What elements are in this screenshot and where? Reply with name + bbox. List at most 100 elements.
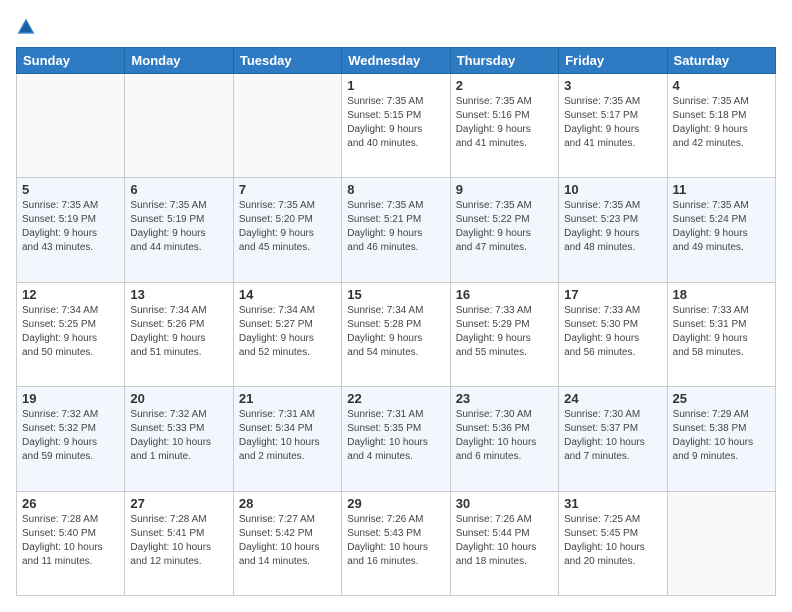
day-info: Sunrise: 7:25 AM Sunset: 5:45 PM Dayligh…	[564, 513, 661, 569]
week-row-1: 5Sunrise: 7:35 AM Sunset: 5:19 PM Daylig…	[17, 178, 776, 282]
day-number: 11	[673, 182, 770, 197]
day-number: 20	[130, 391, 227, 406]
day-number: 24	[564, 391, 661, 406]
day-info: Sunrise: 7:33 AM Sunset: 5:30 PM Dayligh…	[564, 304, 661, 360]
calendar-cell: 16 Sunrise: 7:33 AM Sunset: 5:29 PM Dayli…	[450, 282, 558, 386]
day-number: 30	[456, 496, 553, 511]
calendar-table: SundayMondayTuesdayWednesdayThursdayFrid…	[16, 47, 776, 596]
week-row-2: 12 Sunrise: 7:34 AM Sunset: 5:25 PM Dayli…	[17, 282, 776, 386]
calendar-cell: 13 Sunrise: 7:34 AM Sunset: 5:26 PM Dayli…	[125, 282, 233, 386]
calendar-cell: 12 Sunrise: 7:34 AM Sunset: 5:25 PM Dayli…	[17, 282, 125, 386]
day-number: 21	[239, 391, 336, 406]
day-info: Sunrise: 7:33 AM Sunset: 5:31 PM Dayligh…	[673, 304, 770, 360]
calendar-cell	[667, 491, 775, 595]
calendar-cell: 25 Sunrise: 7:29 AM Sunset: 5:38 PM Dayli…	[667, 387, 775, 491]
calendar-cell: 9Sunrise: 7:35 AM Sunset: 5:22 PM Daylig…	[450, 178, 558, 282]
weekday-header-wednesday: Wednesday	[342, 48, 450, 74]
day-info: Sunrise: 7:35 AM Sunset: 5:17 PM Dayligh…	[564, 95, 661, 151]
day-info: Sunrise: 7:35 AM Sunset: 5:20 PM Dayligh…	[239, 199, 336, 255]
calendar-cell: 4Sunrise: 7:35 AM Sunset: 5:18 PM Daylig…	[667, 74, 775, 178]
calendar-cell: 30 Sunrise: 7:26 AM Sunset: 5:44 PM Dayli…	[450, 491, 558, 595]
day-info: Sunrise: 7:32 AM Sunset: 5:33 PM Dayligh…	[130, 408, 227, 464]
calendar-cell: 5Sunrise: 7:35 AM Sunset: 5:19 PM Daylig…	[17, 178, 125, 282]
weekday-header-monday: Monday	[125, 48, 233, 74]
calendar-cell: 23 Sunrise: 7:30 AM Sunset: 5:36 PM Dayli…	[450, 387, 558, 491]
day-number: 14	[239, 287, 336, 302]
day-number: 26	[22, 496, 119, 511]
day-number: 9	[456, 182, 553, 197]
day-number: 8	[347, 182, 444, 197]
day-number: 15	[347, 287, 444, 302]
day-info: Sunrise: 7:35 AM Sunset: 5:16 PM Dayligh…	[456, 95, 553, 151]
calendar-cell: 15Sunrise: 7:34 AM Sunset: 5:28 PM Dayli…	[342, 282, 450, 386]
weekday-header-tuesday: Tuesday	[233, 48, 341, 74]
day-number: 16	[456, 287, 553, 302]
calendar-cell: 8 Sunrise: 7:35 AM Sunset: 5:21 PM Daylig…	[342, 178, 450, 282]
day-number: 29	[347, 496, 444, 511]
calendar-cell: 29Sunrise: 7:26 AM Sunset: 5:43 PM Dayli…	[342, 491, 450, 595]
weekday-header-row: SundayMondayTuesdayWednesdayThursdayFrid…	[17, 48, 776, 74]
calendar-cell: 17 Sunrise: 7:33 AM Sunset: 5:30 PM Dayli…	[559, 282, 667, 386]
day-info: Sunrise: 7:35 AM Sunset: 5:15 PM Dayligh…	[347, 95, 444, 151]
calendar-cell: 7 Sunrise: 7:35 AM Sunset: 5:20 PM Daylig…	[233, 178, 341, 282]
day-info: Sunrise: 7:34 AM Sunset: 5:26 PM Dayligh…	[130, 304, 227, 360]
logo	[16, 16, 40, 37]
day-info: Sunrise: 7:30 AM Sunset: 5:37 PM Dayligh…	[564, 408, 661, 464]
calendar-cell: 21Sunrise: 7:31 AM Sunset: 5:34 PM Dayli…	[233, 387, 341, 491]
day-number: 22	[347, 391, 444, 406]
day-number: 17	[564, 287, 661, 302]
day-info: Sunrise: 7:33 AM Sunset: 5:29 PM Dayligh…	[456, 304, 553, 360]
calendar-cell: 27Sunrise: 7:28 AM Sunset: 5:41 PM Dayli…	[125, 491, 233, 595]
calendar-cell: 10 Sunrise: 7:35 AM Sunset: 5:23 PM Dayli…	[559, 178, 667, 282]
weekday-header-thursday: Thursday	[450, 48, 558, 74]
calendar-cell	[17, 74, 125, 178]
day-info: Sunrise: 7:35 AM Sunset: 5:23 PM Dayligh…	[564, 199, 661, 255]
day-number: 10	[564, 182, 661, 197]
day-info: Sunrise: 7:35 AM Sunset: 5:21 PM Dayligh…	[347, 199, 444, 255]
calendar-cell: 26Sunrise: 7:28 AM Sunset: 5:40 PM Dayli…	[17, 491, 125, 595]
day-number: 1	[347, 78, 444, 93]
calendar-cell: 18 Sunrise: 7:33 AM Sunset: 5:31 PM Dayli…	[667, 282, 775, 386]
day-number: 3	[564, 78, 661, 93]
day-info: Sunrise: 7:35 AM Sunset: 5:19 PM Dayligh…	[22, 199, 119, 255]
calendar-cell: 22 Sunrise: 7:31 AM Sunset: 5:35 PM Dayli…	[342, 387, 450, 491]
day-number: 31	[564, 496, 661, 511]
day-number: 12	[22, 287, 119, 302]
day-info: Sunrise: 7:30 AM Sunset: 5:36 PM Dayligh…	[456, 408, 553, 464]
weekday-header-saturday: Saturday	[667, 48, 775, 74]
calendar-cell: 24 Sunrise: 7:30 AM Sunset: 5:37 PM Dayli…	[559, 387, 667, 491]
day-info: Sunrise: 7:34 AM Sunset: 5:27 PM Dayligh…	[239, 304, 336, 360]
calendar-cell: 3 Sunrise: 7:35 AM Sunset: 5:17 PM Daylig…	[559, 74, 667, 178]
week-row-3: 19 Sunrise: 7:32 AM Sunset: 5:32 PM Dayli…	[17, 387, 776, 491]
calendar-cell: 1 Sunrise: 7:35 AM Sunset: 5:15 PM Daylig…	[342, 74, 450, 178]
day-info: Sunrise: 7:35 AM Sunset: 5:18 PM Dayligh…	[673, 95, 770, 151]
calendar-cell: 20 Sunrise: 7:32 AM Sunset: 5:33 PM Dayli…	[125, 387, 233, 491]
calendar-cell: 19 Sunrise: 7:32 AM Sunset: 5:32 PM Dayli…	[17, 387, 125, 491]
day-info: Sunrise: 7:32 AM Sunset: 5:32 PM Dayligh…	[22, 408, 119, 464]
day-number: 25	[673, 391, 770, 406]
calendar-cell: 2 Sunrise: 7:35 AM Sunset: 5:16 PM Daylig…	[450, 74, 558, 178]
calendar-cell	[233, 74, 341, 178]
day-number: 28	[239, 496, 336, 511]
day-number: 6	[130, 182, 227, 197]
week-row-0: 1 Sunrise: 7:35 AM Sunset: 5:15 PM Daylig…	[17, 74, 776, 178]
weekday-header-friday: Friday	[559, 48, 667, 74]
day-number: 7	[239, 182, 336, 197]
day-info: Sunrise: 7:28 AM Sunset: 5:41 PM Dayligh…	[130, 513, 227, 569]
logo-icon	[16, 17, 36, 37]
day-info: Sunrise: 7:31 AM Sunset: 5:35 PM Dayligh…	[347, 408, 444, 464]
day-info: Sunrise: 7:26 AM Sunset: 5:44 PM Dayligh…	[456, 513, 553, 569]
page: SundayMondayTuesdayWednesdayThursdayFrid…	[0, 0, 792, 612]
day-number: 2	[456, 78, 553, 93]
day-number: 23	[456, 391, 553, 406]
header	[16, 16, 776, 37]
week-row-4: 26Sunrise: 7:28 AM Sunset: 5:40 PM Dayli…	[17, 491, 776, 595]
calendar-cell: 31 Sunrise: 7:25 AM Sunset: 5:45 PM Dayli…	[559, 491, 667, 595]
day-info: Sunrise: 7:27 AM Sunset: 5:42 PM Dayligh…	[239, 513, 336, 569]
day-number: 18	[673, 287, 770, 302]
calendar-cell: 14 Sunrise: 7:34 AM Sunset: 5:27 PM Dayli…	[233, 282, 341, 386]
day-number: 13	[130, 287, 227, 302]
day-info: Sunrise: 7:34 AM Sunset: 5:25 PM Dayligh…	[22, 304, 119, 360]
day-info: Sunrise: 7:29 AM Sunset: 5:38 PM Dayligh…	[673, 408, 770, 464]
day-number: 19	[22, 391, 119, 406]
